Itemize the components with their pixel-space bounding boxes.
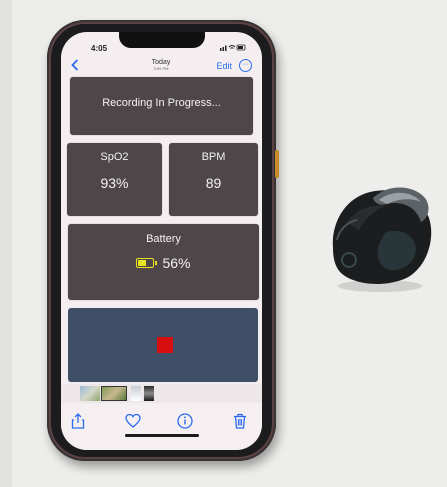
- favorite-button[interactable]: [124, 412, 142, 430]
- battery-label: Battery: [146, 233, 181, 245]
- recording-status-card: Recording In Progress...: [70, 77, 253, 135]
- phone-side-button: [275, 150, 279, 178]
- smart-ring-device: [332, 187, 432, 292]
- delete-button[interactable]: [231, 412, 249, 430]
- share-button[interactable]: [69, 412, 87, 430]
- info-icon: [177, 413, 193, 429]
- photo-thumbnail-selected[interactable]: [101, 386, 127, 401]
- stop-recording-button[interactable]: [68, 308, 258, 382]
- heart-icon: [125, 413, 141, 428]
- trash-icon: [234, 413, 246, 429]
- recording-status-label: Recording In Progress...: [102, 97, 221, 109]
- photo-thumbnail[interactable]: [144, 386, 154, 401]
- more-button[interactable]: ···: [239, 59, 252, 72]
- camera-notch: [119, 32, 205, 48]
- photo-toolbar: [61, 404, 262, 450]
- nav-title: Today 3:59 PM: [131, 59, 191, 71]
- chevron-left-icon: [71, 59, 79, 71]
- bpm-label: BPM: [201, 151, 226, 163]
- ellipsis-icon: ···: [242, 61, 249, 68]
- photo-thumbnail[interactable]: [80, 386, 100, 401]
- back-button[interactable]: [71, 59, 79, 74]
- home-indicator: [125, 434, 199, 437]
- bpm-card: BPM 89: [169, 143, 258, 216]
- share-icon: [71, 413, 85, 429]
- photo-thumbnail-strip[interactable]: [61, 384, 262, 403]
- phone-screen: 4:05 Today 3:59 PM Edit ··· Recording In…: [61, 32, 262, 450]
- spo2-value: 93%: [100, 175, 129, 191]
- nav-subtitle-text: 3:59 PM: [153, 66, 169, 71]
- photo-thumbnail[interactable]: [131, 386, 141, 401]
- battery-value: 56%: [162, 255, 191, 271]
- edit-button[interactable]: Edit: [216, 61, 232, 71]
- spo2-label: SpO2: [100, 151, 129, 163]
- info-button[interactable]: [176, 412, 194, 430]
- battery-level-fill: [138, 260, 147, 266]
- stop-square-icon: [157, 337, 173, 353]
- nav-title-text: Today: [151, 59, 171, 66]
- status-icons: [220, 44, 246, 53]
- battery-icon: [136, 258, 158, 268]
- battery-card: Battery 56%: [68, 224, 259, 300]
- status-time: 4:05: [91, 44, 108, 53]
- bpm-value: 89: [205, 175, 222, 191]
- spo2-card: SpO2 93%: [67, 143, 162, 216]
